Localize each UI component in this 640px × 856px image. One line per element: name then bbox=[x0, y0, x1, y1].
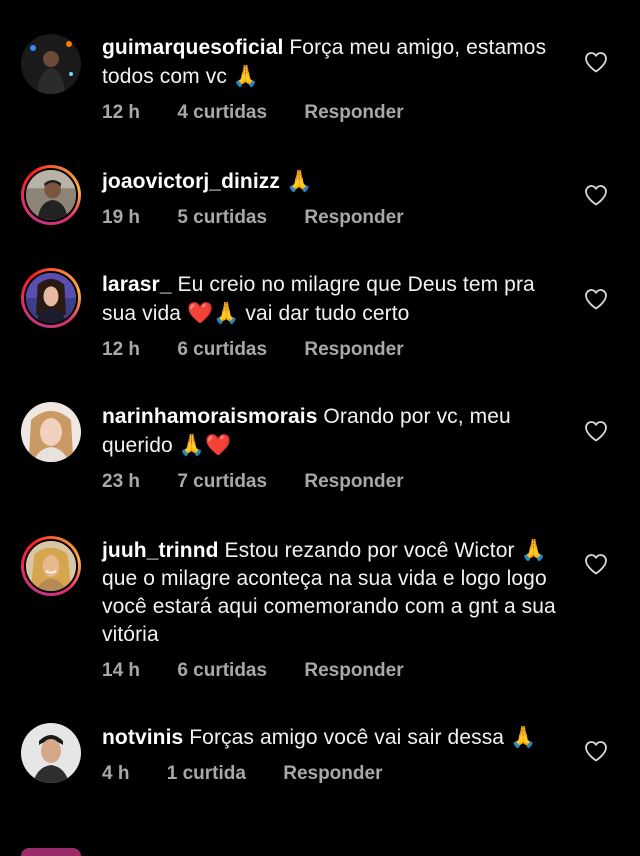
comment-username[interactable]: juuh_trinnd bbox=[102, 539, 219, 562]
avatar-image bbox=[21, 34, 81, 94]
comment-meta: 23 h 7 curtidas Responder bbox=[102, 470, 562, 494]
avatar[interactable] bbox=[21, 34, 81, 94]
heart-icon[interactable] bbox=[584, 51, 608, 73]
comment-text: guimarquesoficial Força meu amigo, estam… bbox=[102, 34, 562, 91]
heart-icon[interactable] bbox=[584, 740, 608, 762]
comment-time: 4 h bbox=[102, 763, 130, 784]
comment-text: joaovictorj_dinizz 🙏 bbox=[102, 167, 562, 196]
heart-icon[interactable] bbox=[584, 184, 608, 206]
comment-message-continued: que o milagre aconteça na sua vida e log… bbox=[102, 567, 556, 646]
avatar[interactable] bbox=[21, 402, 81, 462]
reply-button[interactable]: Responder bbox=[304, 101, 403, 125]
comment-text: notvinis Forças amigo você vai sair dess… bbox=[102, 723, 562, 752]
avatar[interactable] bbox=[21, 723, 81, 783]
heart-pray-emoji: ❤️🙏 bbox=[186, 301, 240, 325]
heart-icon[interactable] bbox=[584, 553, 608, 575]
comment-time: 12 h bbox=[102, 102, 141, 123]
avatar-photo-icon bbox=[26, 170, 76, 220]
comment-username[interactable]: notvinis bbox=[102, 726, 183, 749]
comment-username[interactable]: narinhamoraismorais bbox=[102, 405, 317, 428]
comment-likes[interactable]: 4 curtidas bbox=[177, 101, 267, 125]
heart-icon[interactable] bbox=[584, 288, 608, 310]
avatar-image bbox=[21, 402, 81, 462]
comment-meta: 12 h 4 curtidas Responder bbox=[102, 101, 562, 125]
comment-time: 19 h bbox=[102, 207, 141, 228]
reply-button[interactable]: Responder bbox=[283, 762, 382, 786]
comment-username[interactable]: larasr_ bbox=[102, 273, 172, 296]
comment-time: 23 h bbox=[102, 471, 141, 492]
pray-emoji: 🙏 bbox=[520, 538, 547, 562]
avatar-image bbox=[24, 271, 78, 325]
comment-text: narinhamoraismorais Orando por vc, meu q… bbox=[102, 403, 562, 460]
comment-text: larasr_ Eu creio no milagre que Deus tem… bbox=[102, 271, 562, 328]
reply-button[interactable]: Responder bbox=[304, 659, 403, 683]
reply-button[interactable]: Responder bbox=[304, 338, 403, 362]
comment-time: 14 h bbox=[102, 660, 141, 681]
comment-likes[interactable]: 7 curtidas bbox=[177, 470, 267, 494]
pray-emoji: 🙏 bbox=[232, 64, 260, 88]
comment-likes[interactable]: 6 curtidas bbox=[177, 338, 267, 362]
comment-meta: 12 h 6 curtidas Responder bbox=[102, 338, 562, 362]
avatar-photo-icon bbox=[26, 273, 76, 323]
pray-emoji: 🙏 bbox=[285, 169, 313, 193]
pray-emoji: 🙏 bbox=[510, 725, 537, 749]
comment-text: juuh_trinnd Estou rezando por você Wicto… bbox=[102, 536, 562, 649]
comment-username[interactable]: guimarquesoficial bbox=[102, 36, 283, 59]
comment-message: Forças amigo você vai sair dessa bbox=[189, 726, 505, 749]
avatar-image bbox=[21, 723, 81, 783]
avatar-image bbox=[24, 539, 78, 593]
pray-heart-emoji: 🙏❤️ bbox=[178, 433, 232, 457]
avatar-photo-icon bbox=[26, 541, 76, 591]
comment-likes[interactable]: 1 curtida bbox=[167, 762, 246, 786]
comment-meta: 4 h 1 curtida Responder bbox=[102, 762, 562, 786]
avatar[interactable] bbox=[21, 165, 81, 225]
comment-message-continued: vai dar tudo certo bbox=[245, 302, 410, 325]
avatar[interactable] bbox=[21, 536, 81, 596]
reply-button[interactable]: Responder bbox=[304, 470, 403, 494]
avatar-photo-icon bbox=[21, 723, 81, 783]
avatar[interactable] bbox=[21, 268, 81, 328]
heart-icon[interactable] bbox=[584, 420, 608, 442]
next-avatar-edge bbox=[21, 848, 81, 856]
comment-username[interactable]: joaovictorj_dinizz bbox=[102, 170, 280, 193]
avatar-image bbox=[24, 168, 78, 222]
comments-list: guimarquesoficial Força meu amigo, estam… bbox=[0, 0, 640, 856]
avatar-photo-icon bbox=[21, 402, 81, 462]
comment-meta: 19 h 5 curtidas Responder bbox=[102, 206, 562, 230]
comment-meta: 14 h 6 curtidas Responder bbox=[102, 659, 562, 683]
comment-likes[interactable]: 6 curtidas bbox=[177, 659, 267, 683]
reply-button[interactable]: Responder bbox=[304, 206, 403, 230]
avatar-photo-icon bbox=[21, 34, 81, 94]
comment-likes[interactable]: 5 curtidas bbox=[177, 206, 267, 230]
comment-message: Estou rezando por você Wictor bbox=[224, 539, 515, 562]
comment-time: 12 h bbox=[102, 339, 141, 360]
